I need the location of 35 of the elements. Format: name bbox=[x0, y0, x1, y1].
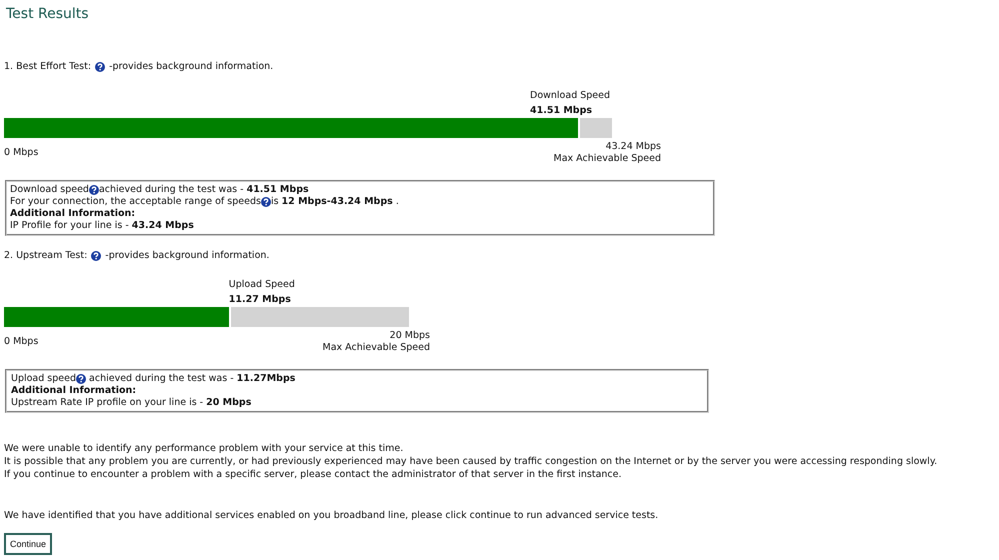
help-icon[interactable] bbox=[95, 62, 106, 72]
test-label: 1. Best Effort Test: bbox=[4, 61, 92, 73]
continue-button[interactable]: Continue bbox=[4, 533, 52, 555]
info-text: For your connection, the acceptable range of speeds bbox=[10, 196, 261, 208]
info-text: is 12 Mbps-43.24 Mbps . bbox=[270, 196, 399, 208]
test-description: -provides background information. bbox=[109, 61, 274, 73]
info-text: Upstream Rate IP profile on your line is - 20 Mbps bbox=[11, 397, 252, 409]
speed-label: Download Speed bbox=[530, 89, 610, 103]
max-speed-label: Max Achievable Speed bbox=[322, 342, 430, 354]
summary-text: We were unable to identify any performance problem with your service at this time. bbox=[4, 442, 404, 455]
info-text: achieved during the test was - 41.51 Mbps bbox=[98, 184, 309, 196]
info-text: achieved during the test was - 11.27Mbps bbox=[88, 373, 296, 385]
test-description: -provides background information. bbox=[105, 250, 270, 262]
max-speed-label: Max Achievable Speed bbox=[554, 153, 661, 165]
speed-value: 11.27 Mbps bbox=[228, 293, 291, 307]
info-text: IP Profile for your line is - 43.24 Mbps bbox=[10, 220, 194, 232]
info-text: Additional Information: bbox=[10, 208, 136, 220]
info-text: Upload speed bbox=[11, 373, 76, 385]
page-title: Test Results bbox=[6, 5, 90, 23]
help-icon[interactable] bbox=[88, 185, 99, 195]
summary-text: If you continue to encounter a problem with a specific server, please contact the administrator of that server in the first instance. bbox=[4, 468, 622, 481]
test-label: 2. Upstream Test: bbox=[4, 250, 88, 262]
max-speed-value: 43.24 Mbps bbox=[606, 141, 661, 153]
summary-text: It is possible that any problem you are currently, or had previously experienced may have been caused by traffic congestion on the Internet or by the server you were accessing responding slowly. bbox=[4, 455, 938, 468]
help-icon[interactable] bbox=[91, 251, 102, 261]
speed-value: 41.51 Mbps bbox=[530, 104, 592, 118]
max-speed-value: 20 Mbps bbox=[390, 330, 430, 342]
speed-label: Upload Speed bbox=[228, 278, 295, 292]
info-text: Additional Information: bbox=[11, 385, 136, 397]
info-text: Download speed bbox=[10, 184, 89, 196]
notice-text: We have identified that you have additional services enabled on you broadband line, please click continue to run advanced service tests. bbox=[4, 509, 660, 522]
help-icon[interactable] bbox=[76, 374, 86, 384]
help-icon[interactable] bbox=[260, 197, 271, 207]
min-speed: 0 Mbps bbox=[4, 336, 38, 347]
min-speed: 0 Mbps bbox=[4, 147, 38, 158]
